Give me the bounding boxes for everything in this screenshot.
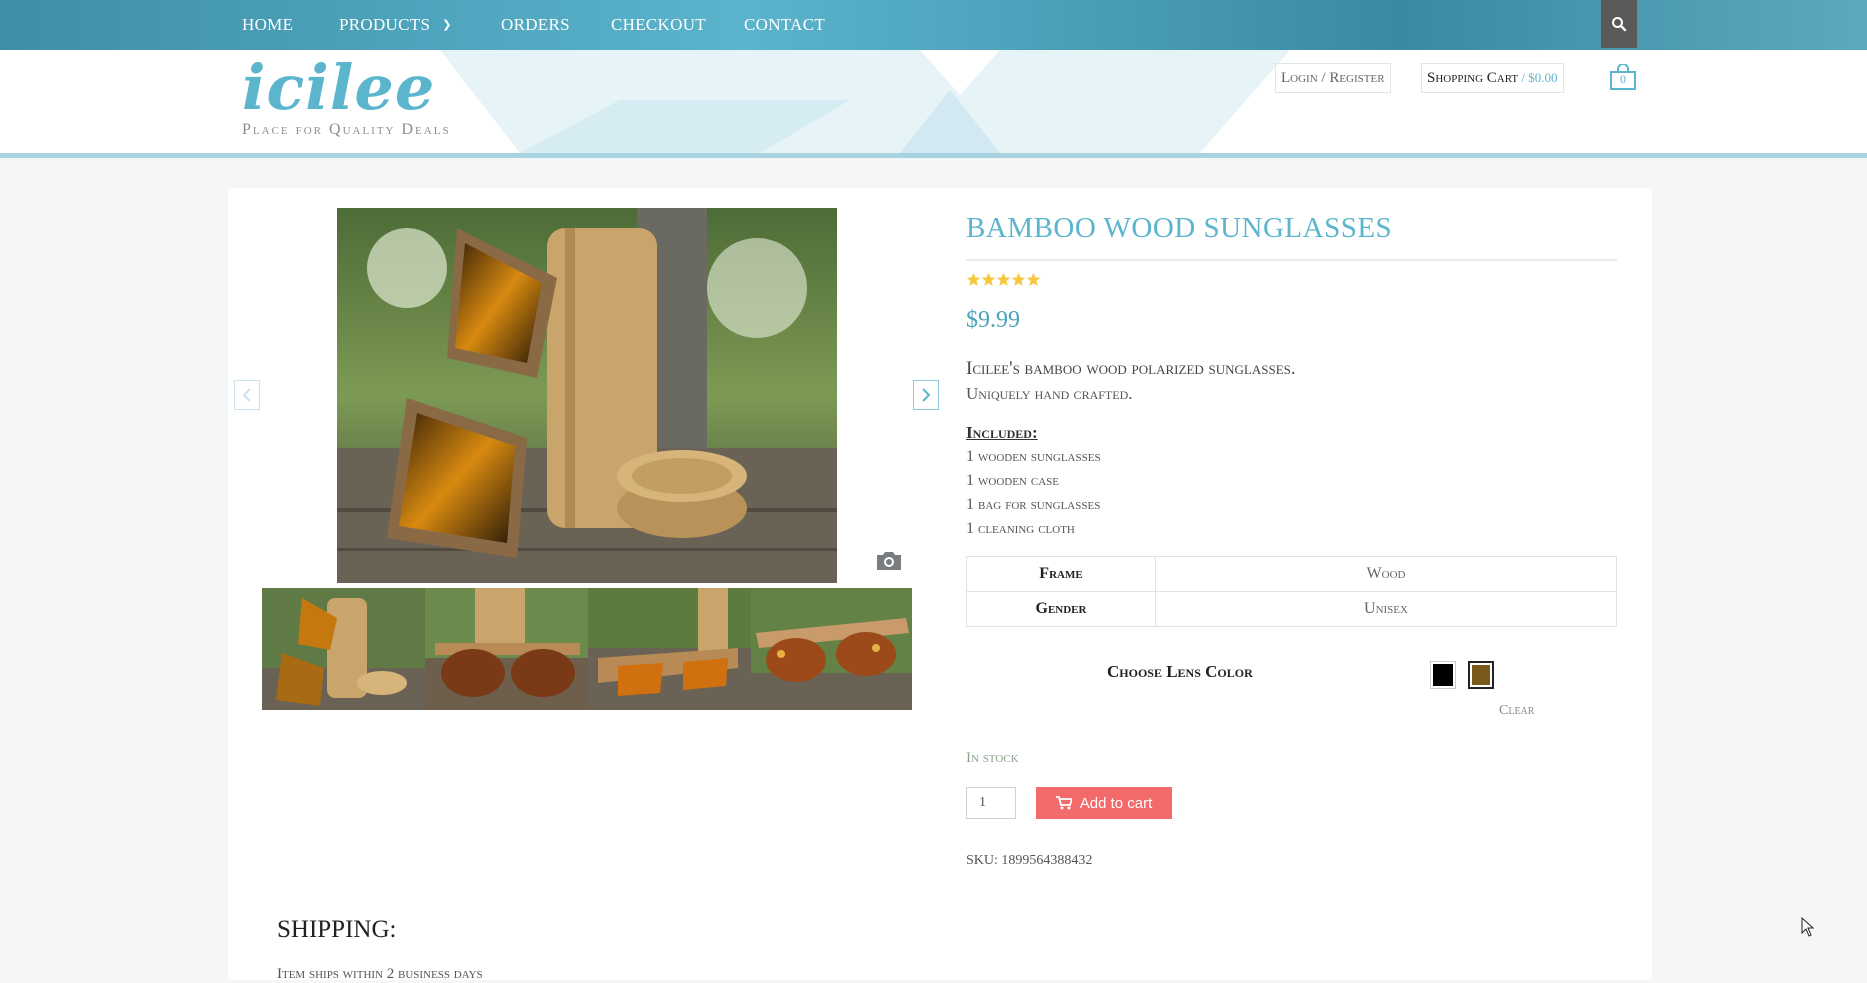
attribute-name: Gender (966, 591, 1156, 627)
search-icon (1612, 17, 1627, 32)
star-icon (966, 272, 981, 286)
add-to-cart-label: Add to cart (1079, 794, 1153, 812)
attribute-row: Frame Wood (966, 556, 1617, 592)
chevron-right-icon (922, 388, 931, 402)
nav-products-label: PRODUCTS (339, 15, 431, 34)
cart-separator: / (1518, 70, 1529, 85)
add-to-cart-button[interactable]: Add to cart (1036, 787, 1172, 819)
nav-products[interactable]: PRODUCTS ❯ (339, 13, 452, 37)
cart-total: $0.00 (1528, 70, 1558, 85)
thumbnail-3[interactable] (588, 588, 751, 710)
camera-icon[interactable] (875, 548, 903, 572)
product-main-image[interactable] (337, 208, 837, 583)
included-item: 1 bag for sunglasses (966, 496, 1101, 513)
stock-status: In stock (966, 750, 1019, 766)
product-title: BAMBOO WOOD SUNGLASSES (966, 212, 1393, 244)
login-register-link[interactable]: Login / Register (1275, 63, 1391, 93)
nav-home[interactable]: HOME (242, 13, 293, 37)
site-tagline: Place for Quality Deals (242, 121, 451, 138)
title-divider (966, 259, 1617, 261)
header-divider (0, 153, 1867, 158)
included-item: 1 wooden sunglasses (966, 448, 1101, 465)
cart-bag-icon[interactable]: 0 (1609, 63, 1637, 90)
product-description-line1: Icilee's bamboo wood polarized sunglasse… (966, 358, 1296, 379)
search-button[interactable] (1601, 0, 1637, 48)
chevron-down-icon: ❯ (442, 19, 452, 31)
included-heading: Included: (966, 423, 1038, 442)
thumbnail-1[interactable] (262, 588, 425, 710)
nav-contact[interactable]: CONTACT (744, 13, 825, 37)
gallery-prev-button[interactable] (234, 380, 260, 410)
product-description-line2: Uniquely hand crafted. (966, 384, 1133, 403)
lens-color-label: Choose Lens Color (1107, 662, 1253, 681)
included-item: 1 cleaning cloth (966, 520, 1075, 537)
shopping-cart-link[interactable]: Shopping Cart / $0.00 (1421, 63, 1564, 93)
mouse-cursor-icon (1801, 917, 1815, 937)
cart-icon (1055, 796, 1072, 810)
shipping-text: Item ships within 2 business days (277, 966, 483, 982)
star-icon (1011, 272, 1026, 286)
chevron-left-icon (242, 388, 251, 402)
included-item: 1 wooden case (966, 472, 1059, 489)
attribute-name: Frame (966, 556, 1156, 592)
star-rating[interactable] (966, 272, 1041, 290)
quantity-input[interactable] (966, 787, 1016, 819)
clear-selection-link[interactable]: Clear (1499, 703, 1534, 719)
attributes-table: Frame Wood Gender Unisex (966, 556, 1617, 627)
shipping-heading: SHIPPING: (277, 916, 397, 943)
product-price: $9.99 (966, 307, 1020, 333)
lens-swatch-brown[interactable] (1468, 661, 1494, 689)
nav-orders[interactable]: ORDERS (501, 13, 570, 37)
nav-checkout[interactable]: CHECKOUT (611, 13, 706, 37)
cart-count: 0 (1620, 72, 1626, 86)
lens-swatch-black[interactable] (1430, 661, 1456, 689)
attribute-row: Gender Unisex (966, 591, 1617, 627)
cart-label: Shopping Cart (1427, 70, 1519, 86)
thumbnail-2[interactable] (425, 588, 588, 710)
attribute-value: Wood (1155, 556, 1617, 592)
attribute-value: Unisex (1155, 591, 1617, 627)
star-icon (1026, 272, 1041, 286)
star-icon (996, 272, 1011, 286)
site-logo[interactable]: icilee (242, 50, 435, 126)
star-icon (981, 272, 996, 286)
gallery-next-button[interactable] (913, 380, 939, 410)
thumbnail-4[interactable] (751, 588, 912, 710)
product-sku: SKU: 1899564388432 (966, 853, 1093, 868)
top-nav-bar: HOME PRODUCTS ❯ ORDERS CHECKOUT CONTACT (0, 0, 1867, 50)
